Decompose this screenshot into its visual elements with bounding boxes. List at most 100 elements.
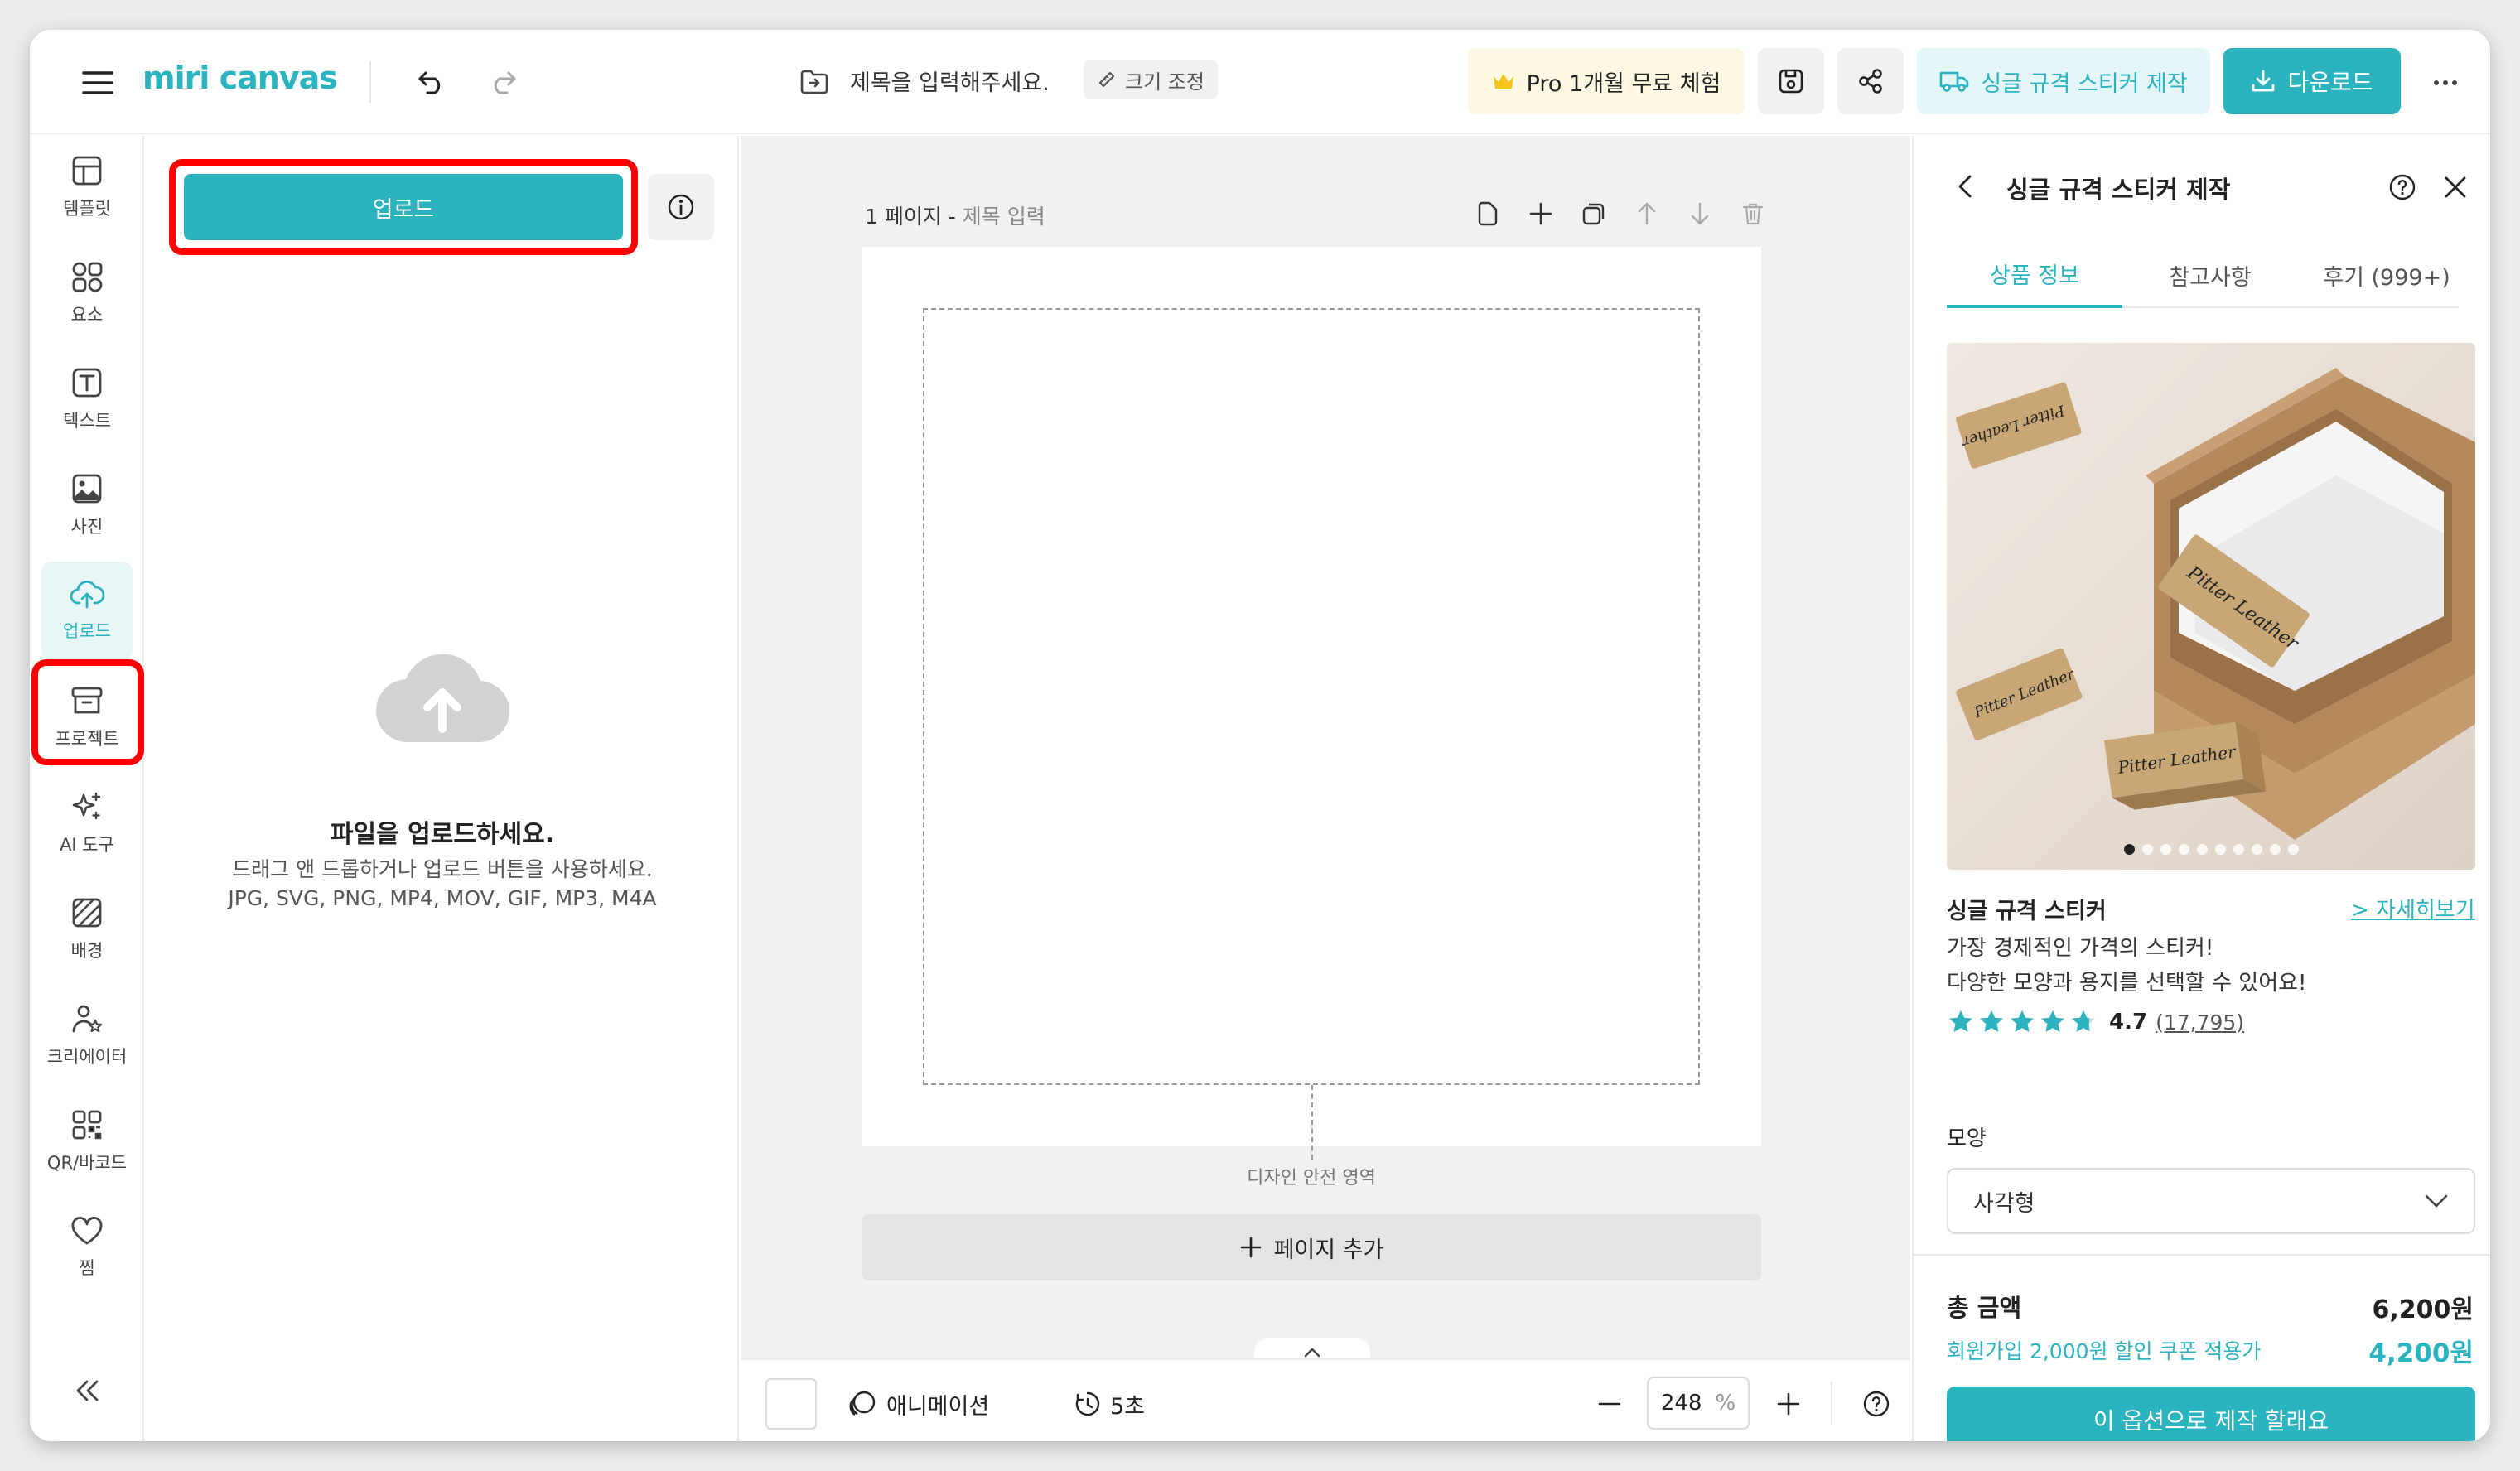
design-page[interactable] [862,247,1761,1160]
safe-area-label: 디자인 안전 영역 [1247,1168,1376,1189]
template-icon [70,154,104,187]
page-title-input[interactable]: 제목 입력 [963,205,1045,229]
sidebar-item-label: 찜 [79,1258,95,1278]
sidebar-item-upload[interactable]: 업로드 [41,562,133,661]
duration-button[interactable]: 5초 [1074,1383,1145,1425]
make-sticker-button[interactable]: 싱글 규격 스티커 제작 [1917,48,2210,114]
more-options-icon[interactable] [2426,63,2465,103]
divider [369,61,371,103]
carousel-dot[interactable] [2178,844,2189,855]
product-panel: 싱글 규격 스티커 제작 상품 정보 참고사항 후기 (999+) Pitter… [1912,136,2490,1441]
animation-label: 애니메이션 [886,1393,990,1420]
sidebar-item-photo[interactable]: 사진 [41,456,133,555]
carousel-dot[interactable] [2160,844,2171,855]
pro-trial-button[interactable]: Pro 1개월 무료 체험 [1468,48,1745,114]
carousel-dot[interactable] [2196,844,2208,855]
animation-button[interactable]: 애니메이션 [848,1383,989,1425]
sidebar-item-label: 요소 [70,305,104,325]
folder-move-icon[interactable] [794,61,835,103]
sidebar-item-background[interactable]: 배경 [41,880,133,979]
zoom-out-icon[interactable] [1589,1383,1630,1425]
upload-cloud-icon [70,580,104,610]
page-number: 1 페이지 [865,205,942,229]
app-logo[interactable]: miri canvas [142,60,338,96]
duplicate-page-icon[interactable] [1576,195,1612,232]
move-page-up-icon[interactable] [1629,195,1665,232]
carousel-dot[interactable] [2287,844,2299,855]
sidebar-item-favorites[interactable]: 찜 [41,1198,133,1297]
help-icon[interactable] [1856,1383,1897,1425]
new-page-icon[interactable] [1470,195,1506,232]
close-icon[interactable] [2436,167,2475,207]
help-icon[interactable] [2382,167,2422,207]
zoom-in-icon[interactable] [1768,1383,1809,1425]
carousel-dot[interactable] [2233,844,2244,855]
info-button[interactable] [648,174,714,240]
carousel-dots[interactable] [1947,844,2475,855]
shape-select-value: 사각형 [1973,1190,2035,1217]
undo-icon[interactable] [411,61,452,103]
resize-button[interactable]: 크기 조정 [1084,60,1218,99]
share-button[interactable] [1837,48,1904,114]
upload-panel: 업로드 파일을 업로드하세요. 드래그 앤 드롭하거나 업로드 버튼을 사용하세… [146,136,739,1441]
document-title-input[interactable]: 제목을 입력해주세요. [850,65,1050,97]
collapse-sidebar-icon[interactable] [66,1370,108,1411]
tab-reviews[interactable]: 후기 (999+) [2298,242,2475,308]
details-link[interactable]: > 자세히보기 [2351,893,2475,924]
creator-icon [70,1002,104,1035]
total-price: 6,200원 [2372,1295,2474,1324]
add-page-icon[interactable] [1523,195,1559,232]
carousel-dot[interactable] [2214,844,2226,855]
photo-icon [70,472,104,505]
sidebar-item-elements[interactable]: 요소 [41,244,133,343]
sidebar-item-creator[interactable]: 크리에이터 [41,986,133,1085]
delete-page-icon[interactable] [1735,195,1771,232]
download-icon [2251,69,2276,94]
star-icon [1949,1010,1972,1032]
sidebar-item-template[interactable]: 템플릿 [41,137,133,237]
download-label: 다운로드 [2287,69,2373,96]
sidebar-item-label: 배경 [70,941,104,961]
duration-label: 5초 [1110,1393,1146,1420]
tab-product-info[interactable]: 상품 정보 [1947,242,2122,308]
delivery-truck-icon [1939,70,1969,93]
info-icon [667,193,695,221]
save-icon [1777,67,1805,95]
rating-count[interactable]: (17,795) [2156,1010,2244,1035]
make-sticker-label: 싱글 규격 스티커 제작 [1981,70,2188,97]
back-chevron-icon[interactable] [1948,166,1982,207]
divider [1831,1382,1832,1425]
background-color-swatch[interactable] [765,1378,817,1430]
move-page-down-icon[interactable] [1682,195,1718,232]
product-description-line1: 가장 경제적인 가격의 스티커! [1947,936,2214,961]
highlight-box-upload-nav [31,659,144,765]
sidebar-item-text[interactable]: 텍스트 [41,350,133,449]
zoom-level-input[interactable]: 248 % [1647,1377,1750,1430]
add-page-button[interactable]: 페이지 추가 [862,1214,1761,1280]
shape-select[interactable]: 사각형 [1947,1168,2475,1234]
bottom-toolbar: 애니메이션 5초 248 % [741,1358,1910,1441]
left-sidebar: 템플릿 요소 텍스트 사진 업로드 프로젝트 AI 도구 배경 크리에이터 QR… [30,136,144,1441]
carousel-dot[interactable] [2141,844,2153,855]
tab-notes[interactable]: 참고사항 [2122,242,2298,308]
app-window: miri canvas 제목을 입력해주세요. 크기 조정 Pro 1개월 무료… [30,30,2490,1441]
product-image[interactable]: Pitter Leather Pitter Leather Pitter Lea… [1947,343,2475,870]
sidebar-item-label: 크리에이터 [46,1047,128,1067]
upload-description: 드래그 앤 드롭하거나 업로드 버튼을 사용하세요. [232,857,653,881]
sidebar-item-label: 사진 [70,517,104,537]
carousel-dot[interactable] [2123,844,2135,855]
text-icon [70,366,104,399]
download-button[interactable]: 다운로드 [2223,48,2401,114]
hamburger-menu-icon[interactable] [78,63,118,103]
canvas-area: 1 페이지 - 제목 입력 디자인 안전 영역 페이지 추가 애니메이션 5초 … [741,136,1910,1441]
carousel-dot[interactable] [2269,844,2281,855]
star-icon [2041,1010,2064,1032]
order-option-button[interactable]: 이 옵션으로 제작 할래요 [1947,1387,2475,1441]
zoom-unit: % [1715,1391,1736,1416]
save-button[interactable] [1758,48,1824,114]
redo-icon[interactable] [482,61,524,103]
sidebar-item-qr-barcode[interactable]: QR/바코드 [41,1092,133,1191]
carousel-dot[interactable] [2251,844,2262,855]
sidebar-item-ai-tools[interactable]: AI 도구 [41,774,133,873]
zoom-value: 248 [1660,1391,1702,1416]
